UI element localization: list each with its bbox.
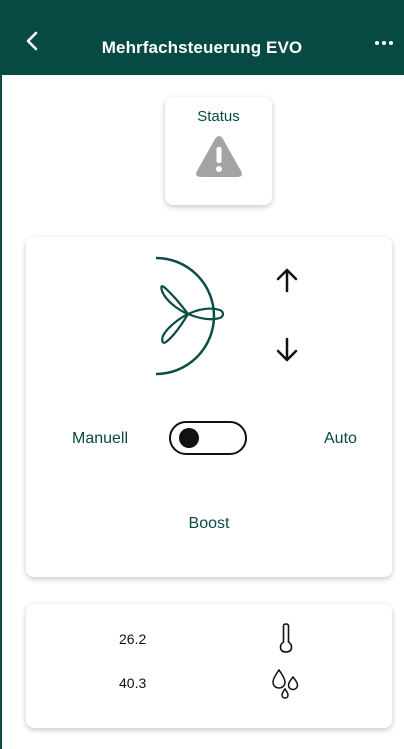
decrease-arrow-down-icon[interactable] [276,337,298,363]
left-edge-line [0,75,2,749]
page-title: Mehrfachsteuerung EVO [101,38,303,57]
fan-icon [155,256,225,376]
temperature-value: 26.2 [119,631,147,647]
more-options-icon[interactable] [372,36,396,50]
sensor-card: 26.2 40.3 [26,604,392,728]
fan-control-card: Manuell Auto Boost [26,237,392,577]
status-card[interactable]: Status [165,97,272,205]
mode-auto-label: Auto [324,430,357,447]
status-label: Status [197,108,240,125]
mode-manual-label: Manuell [72,430,129,447]
warning-triangle-icon [196,136,242,177]
app-header: Mehrfachsteuerung EVO [0,0,404,75]
water-drops-icon [272,668,299,699]
humidity-value: 40.3 [119,675,147,691]
mode-toggle-switch[interactable] [169,421,247,455]
boost-button[interactable]: Boost [26,515,392,533]
thermometer-icon [279,623,293,653]
toggle-knob [179,428,199,448]
increase-arrow-up-icon[interactable] [276,267,298,293]
